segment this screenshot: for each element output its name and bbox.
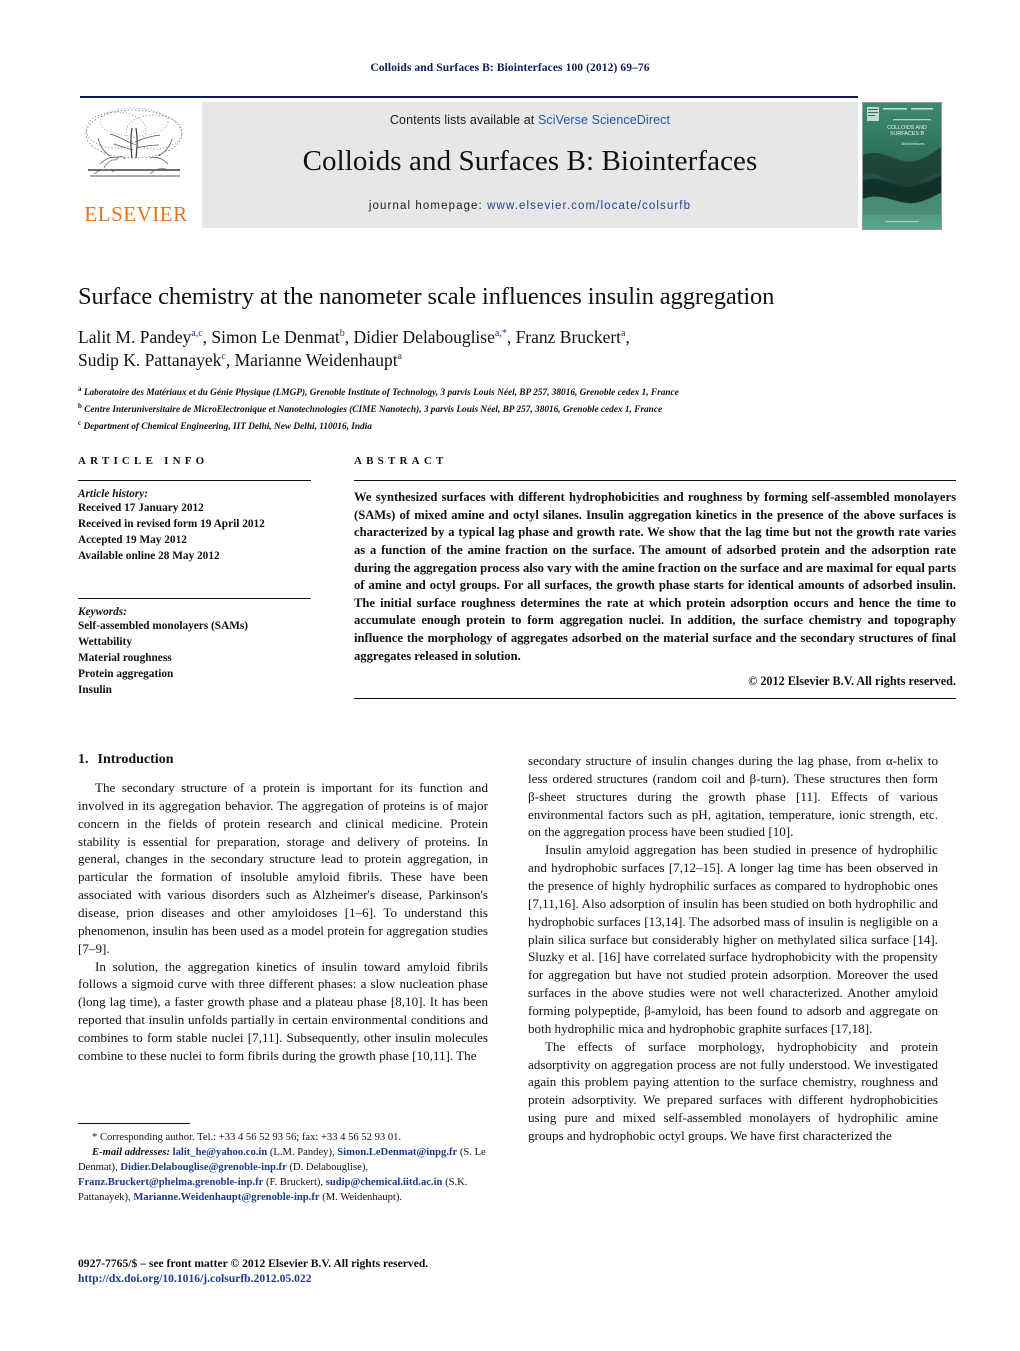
keywords-label: Keywords:	[78, 606, 127, 619]
email-link[interactable]: Simon.LeDenmat@inpg.fr	[337, 1147, 457, 1158]
author: Franz Bruckerta,	[516, 327, 630, 347]
article-history-item: Received 17 January 2012	[78, 502, 204, 514]
sciencedirect-link[interactable]: SciVerse ScienceDirect	[538, 113, 670, 127]
copyright-line: © 2012 Elsevier B.V. All rights reserved…	[748, 674, 956, 689]
email-person: (M. Weidenhaupt).	[319, 1192, 403, 1204]
article-history-item: Available online 28 May 2012	[78, 550, 220, 563]
author-name: Franz Bruckert	[515, 327, 622, 348]
page-title: Surface chemistry at the nanometer scale…	[78, 283, 775, 310]
article-history-item: Accepted 19 May 2012	[78, 534, 187, 547]
section-number: 1.	[78, 752, 89, 767]
journal-homepage-line: journal homepage: www.elsevier.com/locat…	[202, 200, 858, 212]
contents-available-line: Contents lists available at SciVerse Sci…	[202, 113, 858, 127]
journal-article-page: Colloids and Surfaces B: Biointerfaces 1…	[0, 0, 1020, 1351]
article-history-label: Article history:	[78, 488, 148, 500]
abstract-rule	[354, 480, 956, 481]
affiliation-list: a Laboratoire des Matériaux et du Génie …	[78, 384, 944, 435]
author: Didier Delabouglisea,*,	[353, 327, 515, 347]
body-column-right: secondary structure of insulin changes d…	[528, 752, 938, 1145]
svg-text:SURFACES B: SURFACES B	[890, 131, 925, 137]
author: Lalit M. Pandeya,c,	[78, 327, 211, 347]
section-title: Introduction	[97, 752, 174, 767]
keyword-item: Insulin	[78, 684, 112, 697]
author-list: Lalit M. Pandeya,c, Simon Le Denmatb, Di…	[78, 326, 944, 373]
paragraph: The effects of surface morphology, hydro…	[528, 1038, 938, 1144]
affiliation-marker: c	[78, 418, 82, 427]
author-sep: ,	[625, 327, 630, 348]
corresponding-author-note: * Corresponding author. Tel.: +33 4 56 5…	[78, 1130, 488, 1145]
email-addresses-note: E-mail addresses: lalit_he@yahoo.co.in (…	[78, 1145, 488, 1205]
author-affil-marker: a,*	[494, 328, 507, 340]
author-name: Sudip K. Pattanayek	[78, 350, 222, 371]
corresponding-author-text: * Corresponding author. Tel.: +33 4 56 5…	[92, 1132, 402, 1143]
email-link[interactable]: Franz.Bruckert@phelma.grenoble-inp.fr	[78, 1177, 263, 1188]
author-name: Marianne Weidenhaupt	[234, 350, 398, 371]
keyword-item: Material roughness	[78, 652, 172, 665]
email-person: (F. Bruckert),	[263, 1177, 326, 1189]
footnote-block: * Corresponding author. Tel.: +33 4 56 5…	[78, 1123, 488, 1205]
journal-banner: Contents lists available at SciVerse Sci…	[202, 102, 858, 228]
issn-front-matter: 0927-7765/$ – see front matter © 2012 El…	[78, 1257, 429, 1270]
author-sep: ,	[225, 350, 235, 371]
email-addresses-label: E-mail addresses:	[92, 1147, 170, 1159]
homepage-url-link[interactable]: www.elsevier.com/locate/colsurfb	[487, 200, 691, 212]
affiliation-text: Department of Chemical Engineering, IIT …	[83, 421, 372, 432]
email-link[interactable]: Didier.Delabouglise@grenoble-inp.fr	[120, 1162, 286, 1173]
affiliation: c Department of Chemical Engineering, II…	[78, 418, 944, 435]
title-and-authors: Surface chemistry at the nanometer scale…	[78, 283, 944, 435]
article-info-column: Article history: Received 17 January 201…	[78, 480, 311, 698]
contents-prefix: Contents lists available at	[389, 113, 538, 127]
journal-masthead: ELSEVIER Contents lists available at Sci…	[80, 96, 942, 230]
keyword-item: Self-assembled monolayers (SAMs)	[78, 620, 249, 633]
author: Simon Le Denmatb,	[211, 327, 353, 347]
author: Sudip K. Pattanayekc,	[78, 350, 235, 370]
email-link[interactable]: lalit_he@yahoo.co.in	[173, 1147, 268, 1158]
affiliation-text: Centre Interuniversitaire de MicroElectr…	[84, 404, 663, 415]
doi-link[interactable]: http://dx.doi.org/10.1016/j.colsurfb.201…	[78, 1272, 548, 1285]
affiliation-text: Laboratoire des Matériaux et du Génie Ph…	[83, 387, 679, 398]
author-name: Simon Le Denmat	[211, 327, 340, 348]
homepage-prefix: journal homepage:	[368, 200, 488, 212]
svg-text:Biointerfaces: Biointerfaces	[901, 141, 924, 146]
author-name: Didier Delabouglise	[353, 327, 495, 348]
abstract-column: We synthesized surfaces with different h…	[354, 480, 956, 700]
journal-cover-thumbnail: COLLOIDS AND SURFACES B Biointerfaces	[862, 102, 942, 230]
author-name: Lalit M. Pandey	[78, 327, 192, 348]
affiliation: a Laboratoire des Matériaux et du Génie …	[78, 384, 944, 401]
paragraph: In solution, the aggregation kinetics of…	[78, 958, 488, 1063]
paragraph: The secondary structure of a protein is …	[78, 780, 488, 956]
article-info-and-abstract: ARTICLE INFO ABSTRACT Article history: R…	[78, 455, 956, 700]
author-sep: ,	[506, 327, 516, 348]
running-head: Colloids and Surfaces B: Biointerfaces 1…	[370, 62, 650, 74]
article-info-rule	[78, 480, 311, 481]
author-affil-marker: a,c	[191, 328, 203, 340]
journal-title: Colloids and Surfaces B: Biointerfaces	[302, 145, 758, 177]
section-heading-introduction: 1. Introduction	[78, 752, 488, 768]
keyword-item: Protein aggregation	[78, 668, 174, 681]
abstract-heading: ABSTRACT	[354, 455, 448, 467]
paragraph: Insulin amyloid aggregation has been stu…	[528, 842, 938, 1036]
author: Marianne Weidenhaupta	[235, 350, 402, 370]
keywords-block: Keywords: Self-assembled monolayers (SAM…	[78, 598, 311, 698]
article-history-item: Received in revised form 19 April 2012	[78, 518, 265, 531]
issn-and-doi-block: 0927-7765/$ – see front matter © 2012 El…	[78, 1255, 548, 1285]
affiliation-marker: b	[78, 401, 82, 410]
body-column-left: 1. Introduction The secondary structure o…	[78, 752, 488, 1065]
author-affil-marker: a	[397, 351, 403, 363]
email-link[interactable]: sudip@chemical.iitd.ac.in	[326, 1177, 443, 1188]
email-person: (L.M. Pandey),	[267, 1147, 338, 1159]
keyword-item: Wettability	[78, 636, 132, 649]
affiliation-marker: a	[78, 384, 82, 393]
email-link[interactable]: Marianne.Weidenhaupt@grenoble-inp.fr	[133, 1192, 319, 1203]
abstract-text: We synthesized surfaces with different h…	[354, 490, 956, 663]
abstract-bottom-rule	[354, 698, 956, 700]
footnote-rule	[78, 1123, 190, 1124]
keywords-rule	[78, 598, 311, 600]
affiliation: b Centre Interuniversitaire de MicroElec…	[78, 401, 944, 418]
email-person: (D. Delabouglise),	[286, 1162, 368, 1174]
paragraph: secondary structure of insulin changes d…	[528, 753, 938, 840]
article-info-heading: ARTICLE INFO	[78, 455, 209, 467]
elsevier-wordmark: ELSEVIER	[84, 202, 188, 226]
